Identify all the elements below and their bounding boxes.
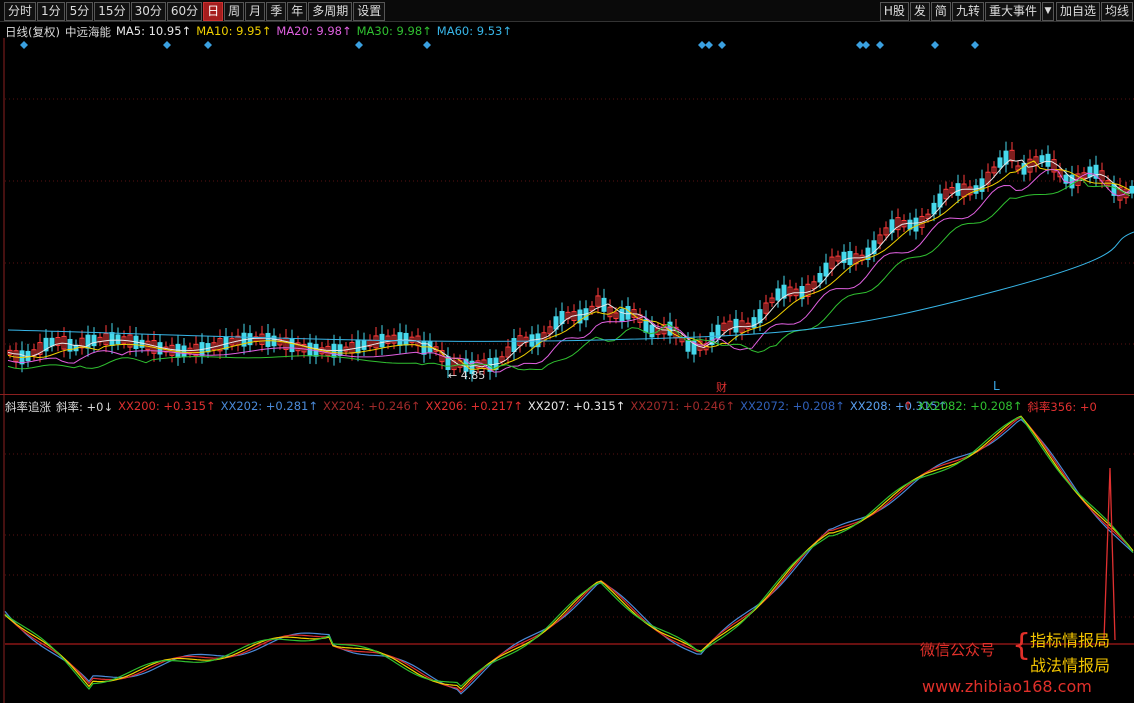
indicator-value-5: XX206: +0.217↑ xyxy=(425,399,523,413)
indicator-value-2: XX200: +0.315↑ xyxy=(118,399,216,413)
signal-diamond-3 xyxy=(355,41,363,49)
indicator-value-0: 斜率追涨 xyxy=(5,400,51,414)
signal-diamond-4 xyxy=(423,41,431,49)
candle-body-173 xyxy=(1045,153,1051,167)
panel-separator xyxy=(0,394,1134,395)
finance-marker[interactable]: 财 xyxy=(716,379,727,395)
indicator-legend-right: ↑ XX2082: +0.208↑ 斜率356: +0 xyxy=(903,399,1102,415)
indicator-value-6: XX207: +0.315↑ xyxy=(527,399,626,413)
watermark-url: www.zhibiao168.com xyxy=(922,677,1092,696)
signal-diamond-6 xyxy=(705,41,713,49)
candle-body-84 xyxy=(511,338,517,353)
candle-body-135 xyxy=(817,272,823,283)
indicator-value-4: XX204: +0.246↑ xyxy=(323,399,421,413)
candle-body-7 xyxy=(49,337,55,347)
candle-body-128 xyxy=(775,288,781,301)
watermark: 微信公众号 { 指标情报局 战法情报局 www.zhibiao168.com xyxy=(920,625,1130,700)
indicator-value-8: XX2072: +0.208↑ xyxy=(740,399,845,413)
indicator-right-value-1: XX2082: +0.208↑ xyxy=(917,399,1023,413)
watermark-line1: 指标情报局 xyxy=(1030,631,1111,650)
indicator-legend: 斜率追涨 斜率: +0↓ XX200: +0.315↑ XX202: +0.281↑ X… xyxy=(5,399,952,415)
indicator-right-value-2: 斜率356: +0 xyxy=(1027,400,1097,414)
candle-body-59 xyxy=(361,339,367,350)
signal-diamond-5 xyxy=(698,41,706,49)
signal-diamond-9 xyxy=(862,41,870,49)
indicator-value-1: 斜率: +0↓ xyxy=(56,400,114,414)
candle-body-187 xyxy=(1129,185,1134,194)
signal-diamond-12 xyxy=(971,41,979,49)
candle-body-151 xyxy=(913,217,919,232)
watermark-line2: 战法情报局 xyxy=(1030,656,1111,675)
watermark-wechat: 微信公众号 xyxy=(920,641,996,659)
low-price-marker: ← 4.85 xyxy=(448,369,486,382)
candle-body-17 xyxy=(109,332,115,346)
signal-diamond-7 xyxy=(718,41,726,49)
candle-body-73 xyxy=(445,356,451,371)
watermark-brace: { xyxy=(1012,628,1032,663)
candle-body-28 xyxy=(175,343,181,358)
candle-body-180 xyxy=(1087,166,1093,178)
indicator-value-3: XX202: +0.281↑ xyxy=(220,399,318,413)
signal-diamond-11 xyxy=(931,41,939,49)
candle-body-158 xyxy=(955,183,961,196)
candle-body-107 xyxy=(649,324,655,338)
low-price-value: 4.85 xyxy=(460,369,486,382)
candle-body-113 xyxy=(685,339,691,352)
l-marker[interactable]: L xyxy=(993,379,1000,393)
signal-diamond-10 xyxy=(876,41,884,49)
candle-body-58 xyxy=(355,339,361,354)
ma30-line xyxy=(7,178,1131,371)
candle-body-66 xyxy=(403,332,409,346)
candle-body-136 xyxy=(823,262,829,277)
signal-diamond-2 xyxy=(204,41,212,49)
kline-chart[interactable] xyxy=(0,0,1134,703)
candle-body-43 xyxy=(265,332,271,347)
signal-diamond-0 xyxy=(20,41,28,49)
indicator-right-value-0: ↑ xyxy=(903,399,913,413)
ma20-line xyxy=(7,168,1131,373)
indicator-value-7: XX2071: +0.246↑ xyxy=(630,399,736,413)
candle-body-165 xyxy=(997,157,1003,168)
candle-body-106 xyxy=(643,319,649,333)
signal-diamond-1 xyxy=(163,41,171,49)
candle-body-65 xyxy=(397,332,403,346)
candle-body-121 xyxy=(733,318,739,333)
candle-body-18 xyxy=(115,334,121,345)
candle-body-172 xyxy=(1039,155,1045,163)
candle-body-150 xyxy=(907,219,913,230)
candle-body-103 xyxy=(625,306,631,320)
slope-spike xyxy=(1103,467,1116,641)
ma60-line xyxy=(7,231,1134,342)
candle-body-102 xyxy=(619,308,625,322)
candle-body-47 xyxy=(289,338,295,353)
candle-body-14 xyxy=(91,334,97,347)
